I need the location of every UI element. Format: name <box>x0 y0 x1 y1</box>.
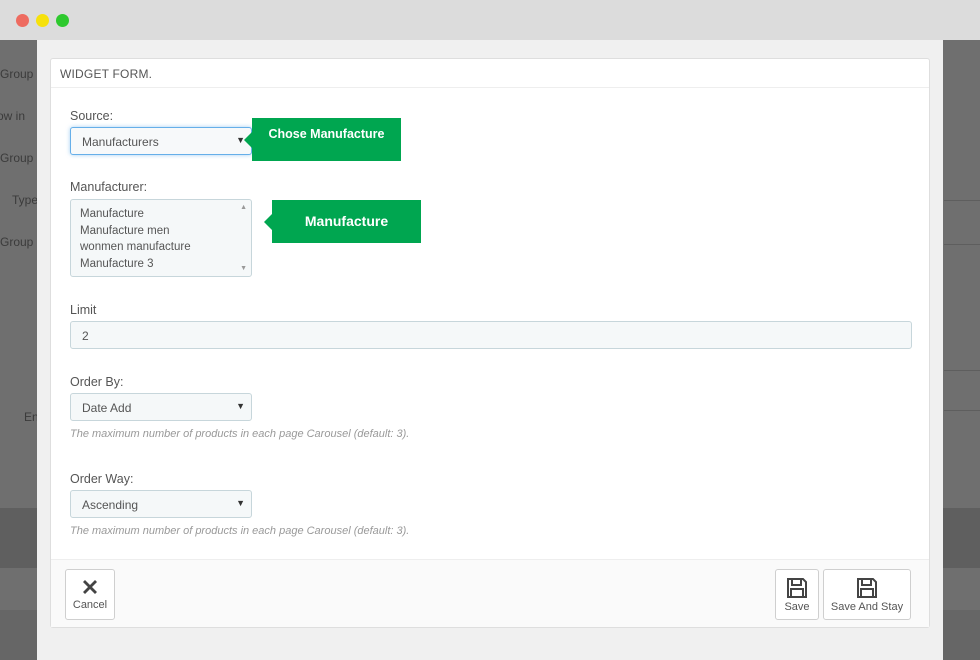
window-titlebar <box>0 0 980 40</box>
cancel-button[interactable]: Cancel <box>65 569 115 620</box>
save-and-stay-button-label: Save And Stay <box>830 601 904 613</box>
floppy-disk-icon <box>787 578 807 598</box>
manufacturer-option[interactable]: wonmen manufacture <box>80 239 251 256</box>
background-right-column <box>944 40 980 660</box>
order-by-select[interactable]: Date Add ▼ <box>70 393 252 421</box>
background-label: Group <box>0 67 34 81</box>
close-window-button[interactable] <box>16 14 29 27</box>
limit-input[interactable]: 2 <box>70 321 912 349</box>
manufacturer-label: Manufacturer: <box>70 180 148 194</box>
scroll-down-icon[interactable]: ▼ <box>240 265 247 272</box>
manufacturer-callout: Manufacture <box>264 200 421 243</box>
source-callout: Chose Manufacture <box>244 118 401 161</box>
chevron-down-icon: ▼ <box>236 498 245 508</box>
source-select-value: Manufacturers <box>82 135 159 149</box>
limit-label: Limit <box>70 303 97 317</box>
widget-modal: WIDGET FORM. Source: Manufacturers ▼ Cho… <box>37 40 943 660</box>
manufacturer-listbox[interactable]: Manufacture Manufacture men wonmen manuf… <box>70 199 252 277</box>
manufacturer-option[interactable]: Manufacture 3 <box>80 256 251 273</box>
background-label: Group <box>0 235 34 249</box>
maximize-window-button[interactable] <box>56 14 69 27</box>
background-label: Type <box>12 193 39 207</box>
save-button[interactable]: Save <box>775 569 819 620</box>
source-label: Source: <box>70 109 114 123</box>
close-icon <box>83 580 97 594</box>
save-and-stay-button[interactable]: Save And Stay <box>823 569 911 620</box>
order-way-select-value: Ascending <box>82 498 139 512</box>
source-select[interactable]: Manufacturers ▼ <box>70 127 252 155</box>
order-way-help: The maximum number of products in each p… <box>70 525 410 537</box>
order-by-label: Order By: <box>70 375 124 389</box>
order-by-help: The maximum number of products in each p… <box>70 428 410 440</box>
floppy-disk-icon <box>857 578 877 598</box>
widget-form-panel: WIDGET FORM. Source: Manufacturers ▼ Cho… <box>50 58 930 628</box>
order-way-label: Order Way: <box>70 472 134 486</box>
chevron-down-icon: ▼ <box>236 401 245 411</box>
background-label: Group <box>0 151 34 165</box>
manufacturer-option[interactable]: Manufacture <box>80 206 251 223</box>
panel-footer: Cancel Save Save And Stay <box>51 559 929 627</box>
panel-heading: WIDGET FORM. <box>51 59 929 88</box>
scroll-up-icon[interactable]: ▲ <box>240 204 247 211</box>
minimize-window-button[interactable] <box>36 14 49 27</box>
manufacturer-option[interactable]: Manufacture men <box>80 223 251 240</box>
order-by-select-value: Date Add <box>82 401 132 415</box>
background-label: ow in <box>0 109 26 123</box>
cancel-button-label: Cancel <box>72 599 108 611</box>
save-button-label: Save <box>784 601 810 613</box>
order-way-select[interactable]: Ascending ▼ <box>70 490 252 518</box>
